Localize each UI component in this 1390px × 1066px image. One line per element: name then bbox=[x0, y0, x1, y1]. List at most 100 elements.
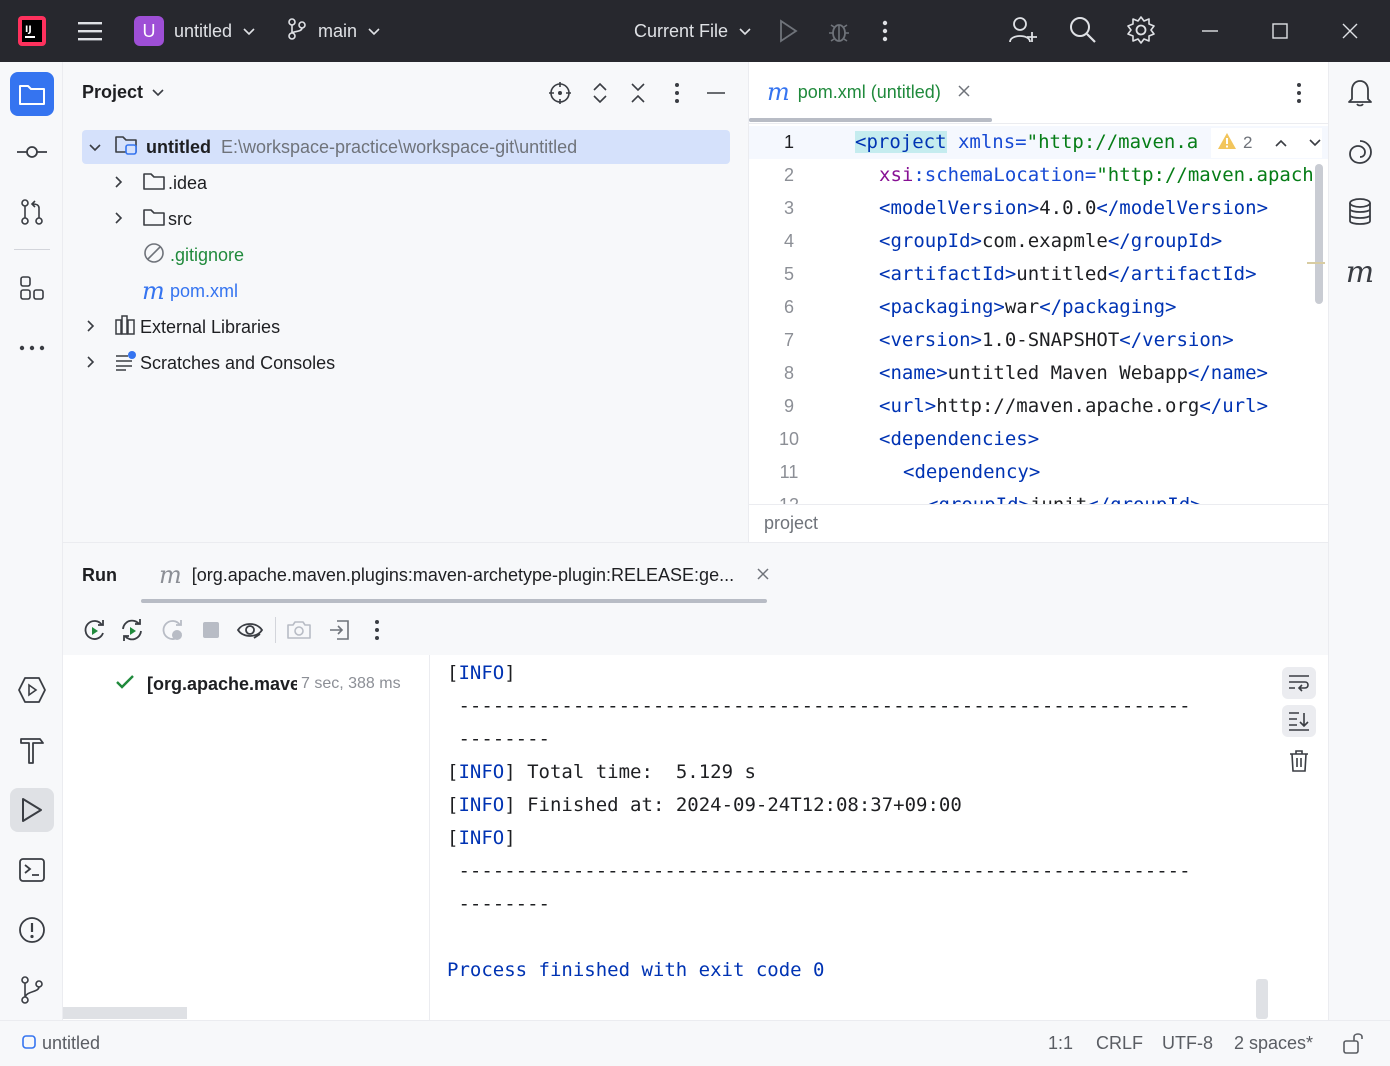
terminal-icon[interactable] bbox=[10, 848, 54, 892]
console-output[interactable]: [INFO] ---------------------------------… bbox=[430, 655, 1328, 1021]
next-highlight-icon[interactable] bbox=[1308, 133, 1322, 153]
run-tool-icon[interactable] bbox=[10, 788, 54, 832]
expand-all-icon[interactable] bbox=[587, 80, 613, 106]
close-window-icon[interactable] bbox=[1340, 16, 1364, 46]
console-scrollbar[interactable] bbox=[1256, 979, 1268, 1019]
rerun-failed-icon[interactable] bbox=[119, 617, 145, 643]
gear-icon[interactable] bbox=[1126, 14, 1158, 46]
folder-icon bbox=[142, 207, 166, 232]
tree-item-idea[interactable]: .idea bbox=[114, 166, 207, 200]
library-icon bbox=[114, 314, 138, 341]
services-icon[interactable] bbox=[10, 668, 54, 712]
run-button[interactable] bbox=[776, 16, 804, 46]
run-tree-item[interactable]: [org.apache.mave 7 sec, 388 ms bbox=[115, 669, 415, 699]
tree-item-external-libraries[interactable]: External Libraries bbox=[86, 310, 280, 344]
ai-assistant-icon[interactable] bbox=[1338, 130, 1382, 174]
tree-item-untitled[interactable]: untitled E:\workspace-practice\workspace… bbox=[82, 130, 730, 164]
run-panel: Run m [org.apache.maven.plugins:maven-ar… bbox=[63, 542, 1328, 1021]
status-project[interactable]: untitled bbox=[22, 1033, 100, 1054]
search-icon[interactable] bbox=[1068, 14, 1100, 46]
branch-switcher[interactable]: main bbox=[286, 16, 381, 46]
tree-item-gitignore[interactable]: .gitignore bbox=[142, 238, 244, 272]
tree-item-label: Scratches and Consoles bbox=[140, 352, 336, 373]
line-separator[interactable]: CRLF bbox=[1096, 1033, 1143, 1054]
inspection-widget[interactable]: 2 bbox=[1211, 128, 1323, 158]
locate-file-icon[interactable] bbox=[547, 80, 573, 106]
code-line-5: <artifactId>untitled</artifactId> bbox=[879, 263, 1257, 285]
editor-scrollbar[interactable] bbox=[1315, 164, 1323, 304]
close-tab-icon[interactable] bbox=[957, 82, 971, 103]
database-icon[interactable] bbox=[1338, 190, 1382, 234]
breadcrumb-item[interactable]: project bbox=[764, 513, 818, 534]
caret-position[interactable]: 1:1 bbox=[1048, 1033, 1073, 1054]
import-icon[interactable] bbox=[327, 617, 353, 643]
problems-icon[interactable] bbox=[10, 908, 54, 952]
editor-tab-pom-xml[interactable]: m pom.xml (untitled) bbox=[767, 78, 971, 106]
project-name: untitled bbox=[174, 20, 233, 41]
intellij-logo-icon[interactable]: IJ bbox=[16, 14, 48, 48]
options-icon[interactable] bbox=[667, 80, 687, 106]
code-line-6: <packaging>war</packaging> bbox=[879, 296, 1177, 318]
rerun-icon[interactable] bbox=[81, 617, 107, 643]
breadcrumb[interactable]: project bbox=[749, 504, 1328, 542]
horizontal-scrollbar[interactable] bbox=[63, 1007, 187, 1019]
pull-requests-icon[interactable] bbox=[10, 190, 54, 234]
more-tools-icon[interactable] bbox=[10, 326, 54, 370]
eye-icon[interactable] bbox=[235, 617, 265, 643]
chevron-right-icon[interactable] bbox=[114, 173, 134, 194]
run-tab-label: [org.apache.maven.plugins:maven-archetyp… bbox=[191, 564, 735, 585]
minimize-window-icon[interactable] bbox=[1200, 16, 1224, 46]
unlock-icon[interactable] bbox=[1342, 1031, 1364, 1060]
file-encoding[interactable]: UTF-8 bbox=[1162, 1033, 1213, 1054]
commit-icon[interactable] bbox=[10, 130, 54, 174]
code-area[interactable]: 1 2 3 4 5 6 7 8 9 10 11 12 <project xmln… bbox=[749, 124, 1328, 504]
editor-options-icon[interactable] bbox=[1291, 80, 1307, 106]
code-line-10: <dependencies> bbox=[879, 428, 1040, 450]
run-config-label: Current File bbox=[634, 20, 729, 41]
close-tab-icon[interactable] bbox=[756, 565, 770, 586]
tree-item-scratches[interactable]: Scratches and Consoles bbox=[86, 346, 335, 380]
folder-icon bbox=[142, 171, 166, 196]
chevron-right-icon[interactable] bbox=[114, 209, 134, 230]
restart-icon[interactable] bbox=[159, 617, 185, 643]
git-icon[interactable] bbox=[10, 968, 54, 1012]
more-actions-icon[interactable] bbox=[882, 16, 902, 46]
chevron-down-icon[interactable] bbox=[88, 137, 108, 158]
ignored-file-icon bbox=[142, 241, 166, 270]
main-menu-icon[interactable] bbox=[76, 16, 106, 46]
previous-highlight-icon[interactable] bbox=[1274, 133, 1288, 153]
trash-icon[interactable] bbox=[1282, 745, 1316, 777]
structure-icon[interactable] bbox=[10, 266, 54, 310]
debug-button[interactable] bbox=[826, 16, 854, 46]
line-number: 8 bbox=[783, 363, 794, 383]
notifications-bell-icon[interactable] bbox=[1338, 70, 1382, 114]
add-user-icon[interactable] bbox=[1008, 14, 1040, 46]
maven-tool-icon[interactable]: m bbox=[1338, 250, 1382, 294]
more-options-icon[interactable] bbox=[367, 617, 387, 643]
chevron-right-icon[interactable] bbox=[86, 353, 106, 374]
scroll-to-end-icon[interactable] bbox=[1282, 705, 1316, 737]
warning-icon bbox=[1217, 132, 1237, 155]
maven-icon: m bbox=[142, 277, 165, 305]
tree-item-src[interactable]: src bbox=[114, 202, 192, 236]
build-hammer-icon[interactable] bbox=[10, 728, 54, 772]
camera-icon[interactable] bbox=[285, 617, 313, 643]
svg-text:IJ: IJ bbox=[25, 25, 32, 35]
hide-panel-icon[interactable] bbox=[704, 80, 728, 106]
indent-setting[interactable]: 2 spaces* bbox=[1234, 1033, 1313, 1054]
run-tab[interactable]: m [org.apache.maven.plugins:maven-archet… bbox=[159, 561, 770, 589]
project-view-selector[interactable]: Project bbox=[82, 82, 165, 103]
collapse-all-icon[interactable] bbox=[625, 80, 651, 106]
line-number: 3 bbox=[783, 198, 794, 218]
run-config-selector[interactable]: Current File bbox=[634, 16, 752, 46]
soft-wrap-icon[interactable] bbox=[1282, 667, 1316, 699]
tree-item-label: .gitignore bbox=[170, 244, 245, 265]
project-switcher[interactable]: U untitled bbox=[134, 16, 256, 46]
line-number: 4 bbox=[783, 231, 794, 251]
project-tool-icon[interactable] bbox=[10, 72, 54, 116]
maximize-window-icon[interactable] bbox=[1270, 16, 1294, 46]
stop-icon[interactable] bbox=[199, 617, 223, 643]
line-number: 1 bbox=[783, 132, 794, 152]
tree-item-pom-xml[interactable]: m pom.xml bbox=[142, 274, 238, 308]
chevron-right-icon[interactable] bbox=[86, 317, 106, 338]
